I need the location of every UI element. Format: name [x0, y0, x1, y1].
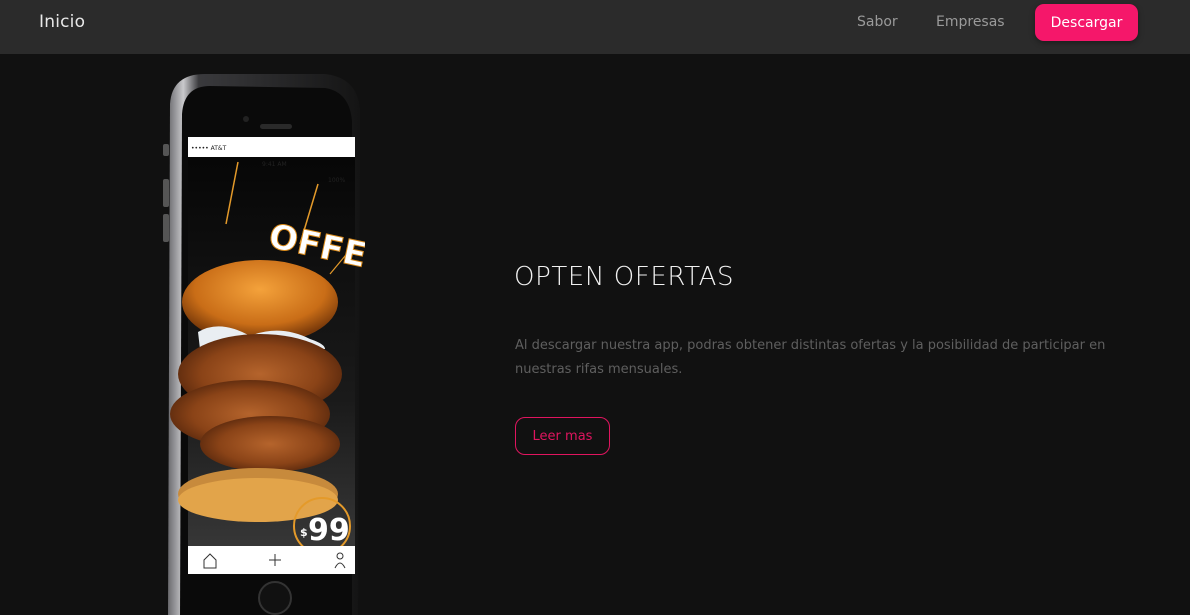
hero-title: OPTEN OFERTAS — [514, 262, 735, 292]
svg-text:99: 99 — [308, 513, 350, 548]
svg-text:$: $ — [300, 526, 308, 539]
svg-text:100%: 100% — [328, 177, 345, 184]
phone-screen: ••••• AT&T 9:41 AM 100% OFFER $ 99 — [170, 137, 365, 574]
nav-link-sabor[interactable]: Sabor — [857, 14, 898, 30]
top-navbar: Inicio Sabor Empresas Descargar — [0, 0, 1190, 54]
svg-text:9:41 AM: 9:41 AM — [262, 161, 287, 168]
nav-home-link[interactable]: Inicio — [39, 12, 85, 32]
svg-text:••••• AT&T: ••••• AT&T — [191, 145, 227, 152]
hero-description: Al descargar nuestra app, podras obtener… — [515, 338, 1106, 377]
phone-mockup: ••••• AT&T 9:41 AM 100% OFFER $ 99 — [160, 74, 365, 615]
read-more-button[interactable]: Leer mas — [515, 417, 610, 455]
phone-home-button — [258, 581, 292, 615]
download-button[interactable]: Descargar — [1035, 4, 1138, 41]
nav-link-empresas[interactable]: Empresas — [936, 14, 1005, 30]
